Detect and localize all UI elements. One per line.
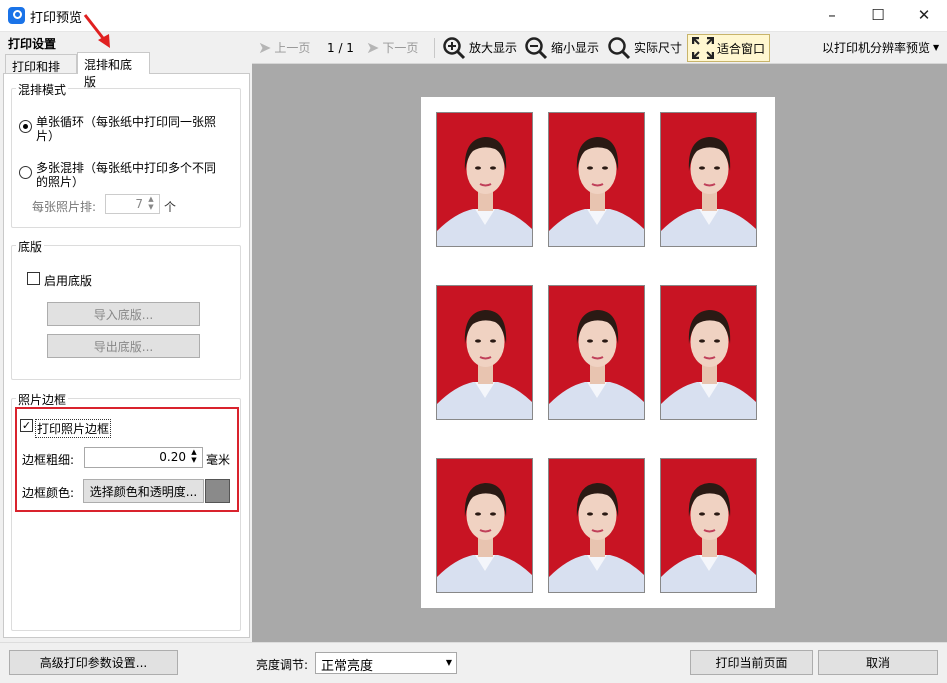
id-photo	[548, 285, 645, 420]
id-photo	[660, 285, 757, 420]
spinner-arrows-icon[interactable]: ▲ ▼	[145, 195, 157, 211]
window-title: 打印预览	[30, 11, 83, 26]
border-width-value: 0.20	[159, 450, 186, 464]
arrow-left-icon: ➤	[258, 38, 272, 57]
spinner-arrows-icon[interactable]: ▲ ▼	[188, 448, 200, 464]
arrow-right-icon: ➤	[366, 38, 380, 57]
chevron-down-icon: ▼	[445, 658, 452, 667]
brightness-label: 亮度调节:	[256, 658, 309, 672]
export-template-button[interactable]: 导出底版...	[47, 334, 200, 358]
enable-template-label: 启用底版	[44, 274, 93, 288]
mix-mode-label: 混排模式	[16, 81, 69, 98]
minimize-button[interactable]: –	[809, 0, 855, 30]
per-sheet-value: 7	[135, 197, 143, 211]
title-bar: 打印预览 – ☐ ✕	[0, 0, 947, 32]
border-width-spinner[interactable]: 0.20 ▲ ▼	[84, 447, 203, 468]
per-sheet-spinner[interactable]: 7 ▲ ▼	[105, 194, 160, 214]
brightness-value: 正常亮度	[321, 659, 374, 674]
red-arrow-annotation	[83, 14, 110, 48]
per-sheet-unit: 个	[164, 200, 177, 214]
print-settings-title: 打印设置	[8, 37, 57, 51]
single-cycle-label: 单张循环（每张纸中打印同一张照	[36, 115, 217, 129]
actual-size-button[interactable]: 实际尺寸	[607, 32, 682, 63]
tab-mix-template[interactable]: 混排和底版	[77, 52, 150, 89]
app-icon	[8, 7, 25, 24]
preview-toolbar: ➤ 上一页 1 / 1 ➤ 下一页 放大显示 缩小显示 实际尺寸 适合窗口 以打…	[252, 32, 947, 64]
photo-border-label: 照片边框	[16, 391, 69, 408]
cancel-button[interactable]: 取消	[818, 650, 938, 675]
maximize-button[interactable]: ☐	[855, 0, 901, 30]
zoom-in-icon	[443, 36, 466, 59]
prev-page-button[interactable]: ➤ 上一页	[258, 32, 310, 63]
tab-print-layout[interactable]: 打印和排版	[5, 54, 77, 91]
next-page-button[interactable]: ➤ 下一页	[366, 32, 418, 63]
multi-mix-label-cont: 的照片）	[36, 175, 85, 189]
border-color-label: 边框颜色:	[22, 486, 75, 500]
advanced-print-settings-button[interactable]: 高级打印参数设置...	[9, 650, 178, 675]
id-photo	[548, 112, 645, 247]
zoom-in-button[interactable]: 放大显示	[442, 32, 517, 63]
border-width-unit: 毫米	[206, 453, 231, 467]
id-photo	[660, 458, 757, 593]
printer-resolution-dropdown[interactable]: 以打印机分辨率预览 ▼	[822, 32, 939, 63]
print-border-checkbox[interactable]: ✓	[20, 419, 33, 432]
id-photo	[436, 112, 533, 247]
id-photo	[436, 458, 533, 593]
fit-window-button[interactable]: 适合窗口	[687, 34, 771, 62]
chevron-down-icon: ▼	[933, 43, 940, 52]
import-template-button[interactable]: 导入底版...	[47, 302, 200, 326]
zoom-out-icon	[525, 36, 548, 59]
template-label: 底版	[16, 238, 45, 255]
id-photo	[436, 285, 533, 420]
enable-template-checkbox[interactable]	[27, 272, 40, 285]
brightness-select[interactable]: 正常亮度 ▼	[315, 652, 457, 674]
per-sheet-label: 每张照片排:	[32, 200, 97, 214]
magnifier-icon	[608, 36, 631, 59]
border-color-swatch[interactable]	[205, 479, 230, 503]
id-photo	[548, 458, 645, 593]
single-cycle-label-cont: 片）	[36, 129, 61, 143]
multi-mix-radio[interactable]	[19, 166, 32, 179]
toolbar-separator	[434, 38, 435, 58]
print-current-page-button[interactable]: 打印当前页面	[690, 650, 813, 675]
fit-window-icon	[692, 37, 714, 59]
id-photo	[660, 112, 757, 247]
zoom-out-button[interactable]: 缩小显示	[524, 32, 599, 63]
close-button[interactable]: ✕	[901, 0, 947, 30]
border-width-label: 边框粗细:	[22, 453, 75, 467]
page-indicator: 1 / 1	[327, 40, 354, 55]
single-cycle-radio[interactable]	[19, 120, 32, 133]
print-border-label: 打印照片边框	[35, 419, 112, 438]
choose-color-button[interactable]: 选择颜色和透明度...	[83, 479, 204, 503]
